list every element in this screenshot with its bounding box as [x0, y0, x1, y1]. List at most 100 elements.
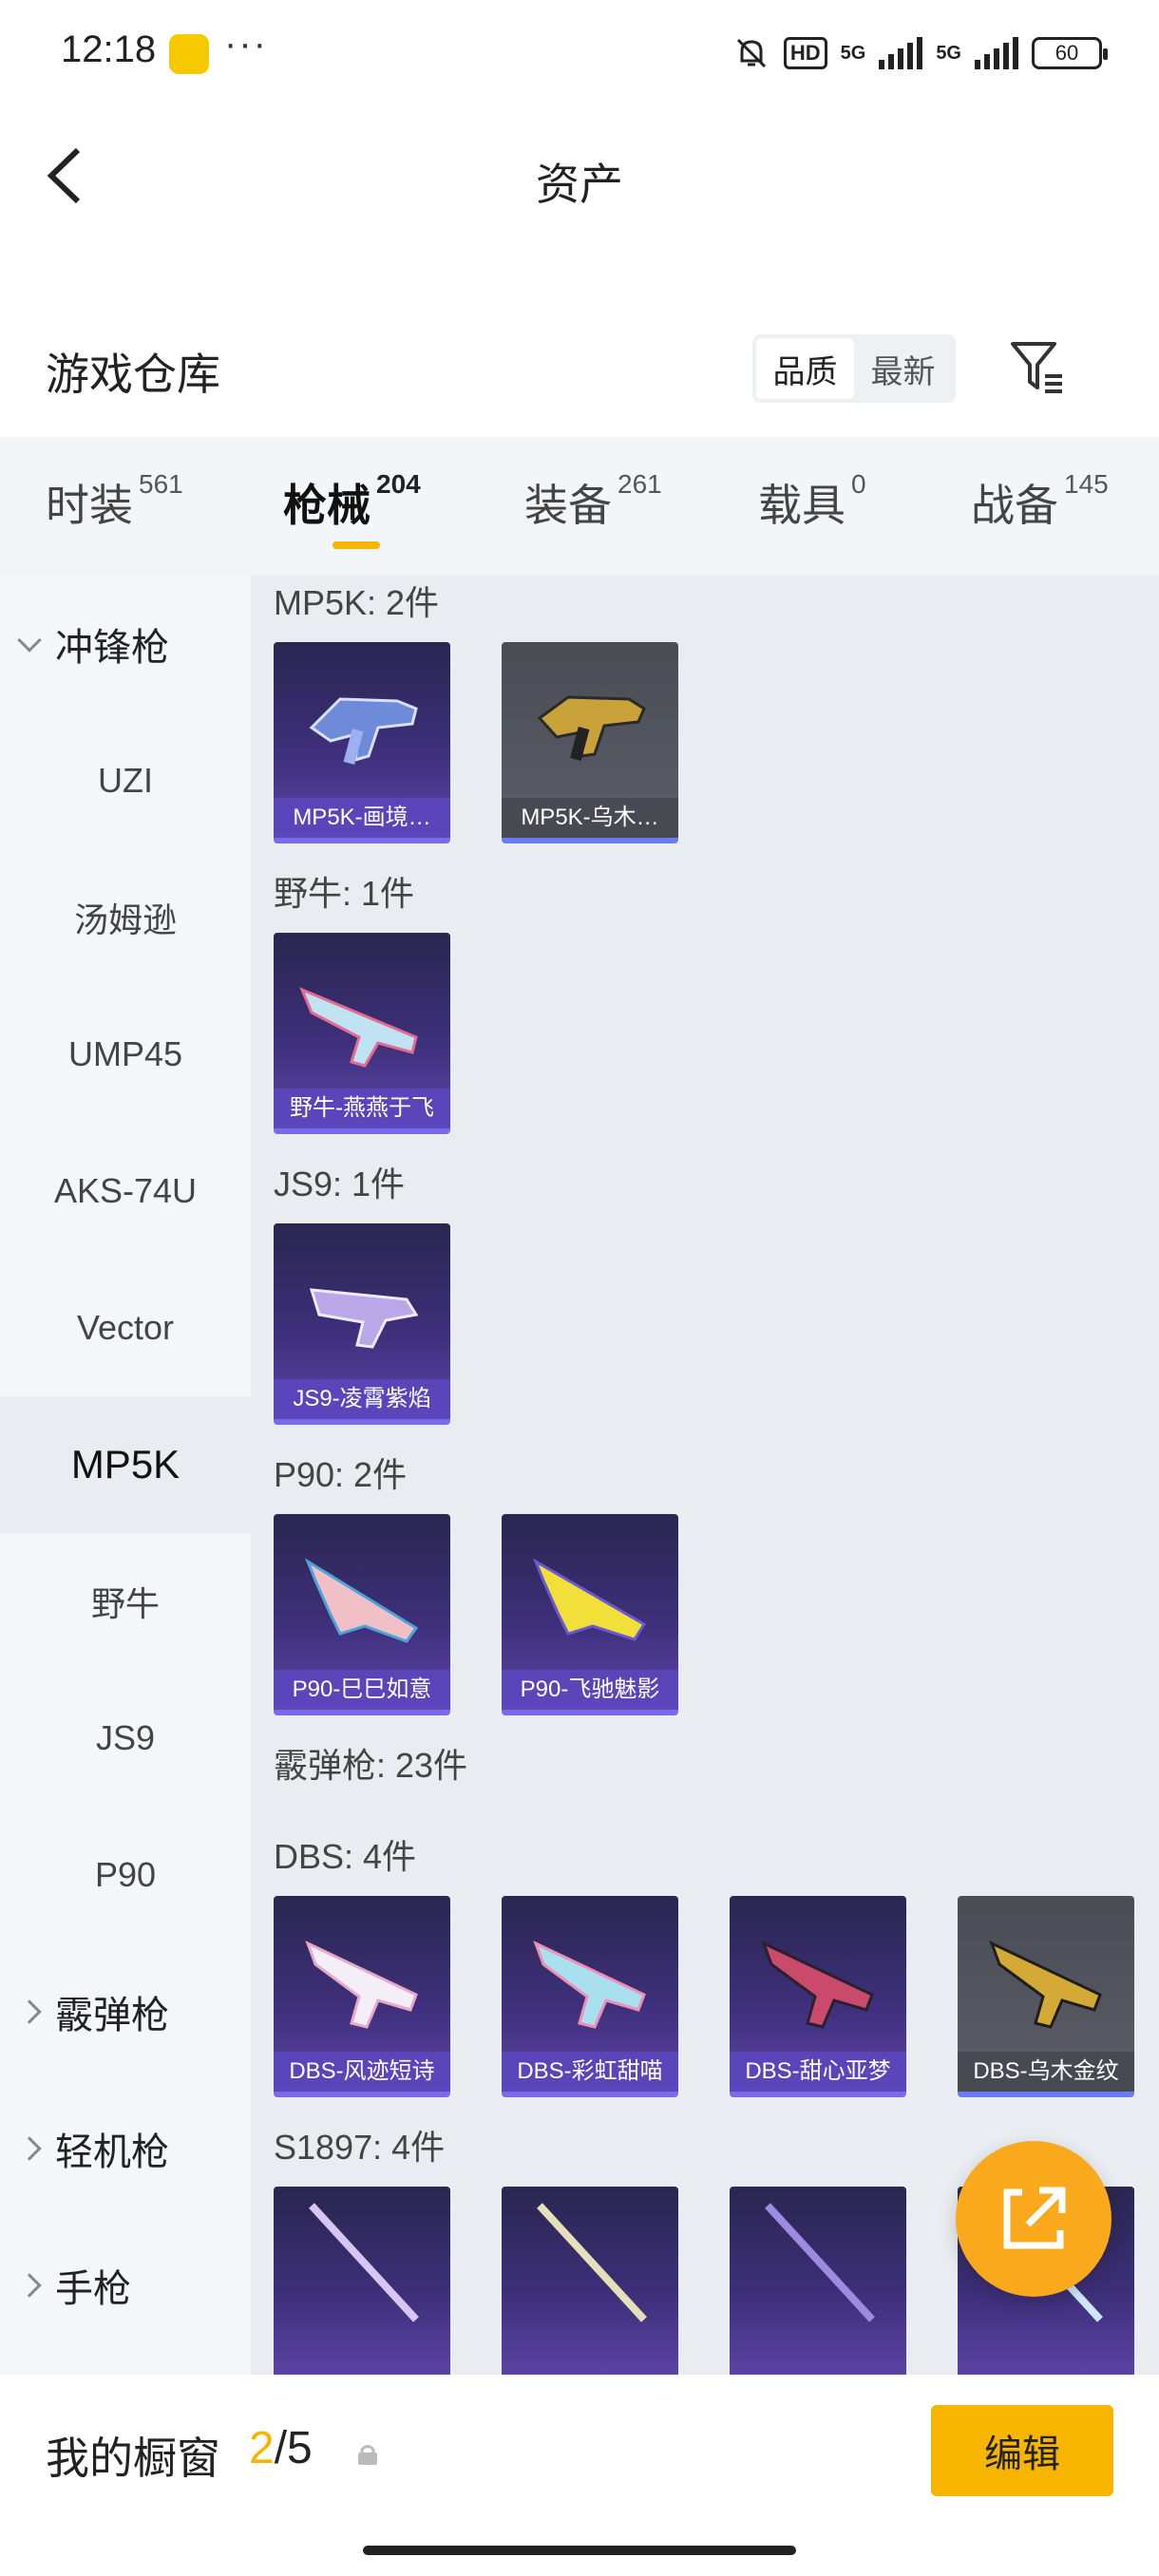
weapon-skin-card[interactable]: JS9-凌霄紫焰	[274, 1223, 450, 1425]
tab-fashion[interactable]: 时装 561	[46, 469, 183, 534]
weapon-skin-card[interactable]	[502, 2187, 678, 2375]
tab-count: 261	[618, 469, 662, 499]
tab-count: 561	[139, 469, 183, 499]
sidebar-group-pistol[interactable]: 手枪	[0, 2217, 251, 2354]
category-tabs: 时装 561 枪械 204 装备 261 载具 0 战备 145	[0, 437, 1159, 576]
smg-icon	[304, 1558, 419, 1643]
tab-label: 枪械	[283, 481, 370, 530]
edit-button[interactable]: 编辑	[931, 2405, 1113, 2496]
signal-bars-icon	[879, 37, 923, 69]
sidebar-group-label: 冲锋枪	[55, 627, 169, 669]
sidebar-group-lmg[interactable]: 轻机枪	[0, 2080, 251, 2217]
section-title: 游戏仓库	[46, 350, 220, 399]
sidebar-item-bizon[interactable]: 野牛	[0, 1533, 251, 1670]
chevron-down-icon	[17, 628, 42, 653]
tab-firearms[interactable]: 枪械 204	[283, 469, 421, 534]
weapon-sidebar: 冲锋枪 UZI 汤姆逊 UMP45 AKS-74U Vector MP5K 野牛…	[0, 576, 251, 2375]
sidebar-group-shotgun[interactable]: 霰弹枪	[0, 1943, 251, 2080]
tab-label: 装备	[524, 481, 612, 530]
tab-active-indicator	[332, 541, 380, 549]
sort-newest-button[interactable]: 最新	[854, 338, 952, 399]
sidebar-item-js9[interactable]: JS9	[0, 1670, 251, 1807]
share-icon	[1003, 2187, 1066, 2249]
weapon-skin-card[interactable]: DBS-乌木金纹	[958, 1896, 1134, 2097]
smg-icon	[309, 1288, 419, 1349]
section-header: JS9: 1件	[274, 1165, 406, 1203]
status-bar: 12:18 ··· HD 5G 5G 60	[0, 0, 1159, 104]
signal-label-2: 5G	[936, 43, 961, 64]
sidebar-group-label: 轻机枪	[55, 2131, 169, 2173]
sidebar-item-vector[interactable]: Vector	[0, 1260, 251, 1396]
weapon-skin-card[interactable]: DBS-风迹短诗	[274, 1896, 450, 2097]
app-notification-icon	[169, 34, 209, 74]
status-time: 12:18	[61, 28, 157, 70]
shotgun-icon	[537, 2203, 647, 2322]
tab-supplies[interactable]: 战备 145	[971, 469, 1109, 534]
section-header: MP5K: 2件	[274, 583, 440, 622]
sidebar-item-ump45[interactable]: UMP45	[0, 986, 251, 1123]
weapon-skin-card[interactable]: MP5K-乌木…	[502, 642, 678, 843]
share-button[interactable]	[956, 2141, 1112, 2297]
weapon-skin-card[interactable]: DBS-甜心亚梦	[730, 1896, 906, 2097]
shotgun-icon	[533, 1941, 646, 2029]
weapon-skin-card[interactable]	[274, 2187, 450, 2375]
sidebar-group-smg[interactable]: 冲锋枪	[0, 576, 251, 712]
sort-quality-button[interactable]: 品质	[756, 338, 854, 399]
smg-icon	[309, 697, 418, 765]
showcase-count-current: 2	[249, 2423, 275, 2473]
tab-count: 145	[1064, 469, 1109, 499]
tab-count: 0	[851, 469, 866, 499]
showcase-count: 2/5	[249, 2422, 313, 2474]
weapon-skin-card[interactable]: P90-巳巳如意	[274, 1514, 450, 1715]
signal-bars-icon	[975, 37, 1018, 69]
weapon-skin-card[interactable]	[730, 2187, 906, 2375]
shotgun-icon	[309, 2203, 419, 2322]
card-label: DBS-甜心亚梦	[730, 2052, 906, 2092]
card-label: MP5K-画境…	[274, 798, 450, 838]
tab-vehicles[interactable]: 载具 0	[758, 469, 866, 534]
sidebar-item-uzi[interactable]: UZI	[0, 712, 251, 849]
card-label: DBS-乌木金纹	[958, 2052, 1134, 2092]
tab-equipment[interactable]: 装备 261	[524, 469, 662, 534]
section-header: S1897: 4件	[274, 2128, 446, 2167]
sidebar-item-aks74u[interactable]: AKS-74U	[0, 1123, 251, 1260]
shotgun-icon	[989, 1941, 1102, 2029]
weapon-skin-card[interactable]: 野牛-燕燕于飞	[274, 933, 450, 1134]
chevron-right-icon	[17, 2136, 42, 2161]
shotgun-icon	[765, 2203, 875, 2322]
weapon-skin-card[interactable]: P90-飞驰魅影	[502, 1514, 678, 1715]
signal-label-1: 5G	[840, 43, 866, 64]
sidebar-item-mp5k[interactable]: MP5K	[0, 1396, 251, 1533]
smg-icon	[299, 987, 418, 1068]
chevron-right-icon	[17, 1999, 42, 2024]
tab-count: 204	[376, 469, 421, 499]
home-indicator	[363, 2546, 796, 2555]
smg-icon	[537, 695, 646, 762]
card-label: DBS-风迹短诗	[274, 2052, 450, 2092]
filter-icon[interactable]	[1007, 336, 1068, 397]
lock-icon	[358, 2445, 377, 2465]
card-label: JS9-凌霄紫焰	[274, 1379, 450, 1419]
nav-bar: 资产	[0, 104, 1159, 247]
mute-icon	[736, 38, 766, 68]
card-label: P90-巳巳如意	[274, 1670, 450, 1710]
section-header: DBS: 4件	[274, 1837, 417, 1876]
sidebar-item-p90[interactable]: P90	[0, 1807, 251, 1943]
hd-network-icon: HD	[783, 37, 827, 69]
card-label: MP5K-乌木…	[502, 798, 678, 838]
shotgun-icon	[305, 1941, 418, 2029]
tab-label: 时装	[46, 481, 133, 530]
chevron-right-icon	[17, 2273, 42, 2298]
smg-icon	[532, 1558, 647, 1641]
card-label: P90-飞驰魅影	[502, 1670, 678, 1710]
weapon-skin-card[interactable]: DBS-彩虹甜喵	[502, 1896, 678, 2097]
card-label: 野牛-燕燕于飞	[274, 1089, 450, 1128]
more-notifications-icon: ···	[224, 23, 268, 65]
warehouse-header: 游戏仓库 品质 最新	[0, 323, 1159, 427]
sidebar-group-label: 手枪	[55, 2268, 131, 2310]
sidebar-group-label: 霰弹枪	[55, 1995, 169, 2036]
sidebar-item-thompson[interactable]: 汤姆逊	[0, 849, 251, 986]
showcase-count-total: /5	[274, 2423, 313, 2473]
weapon-skin-card[interactable]: MP5K-画境…	[274, 642, 450, 843]
section-header: 野牛: 1件	[274, 874, 415, 913]
